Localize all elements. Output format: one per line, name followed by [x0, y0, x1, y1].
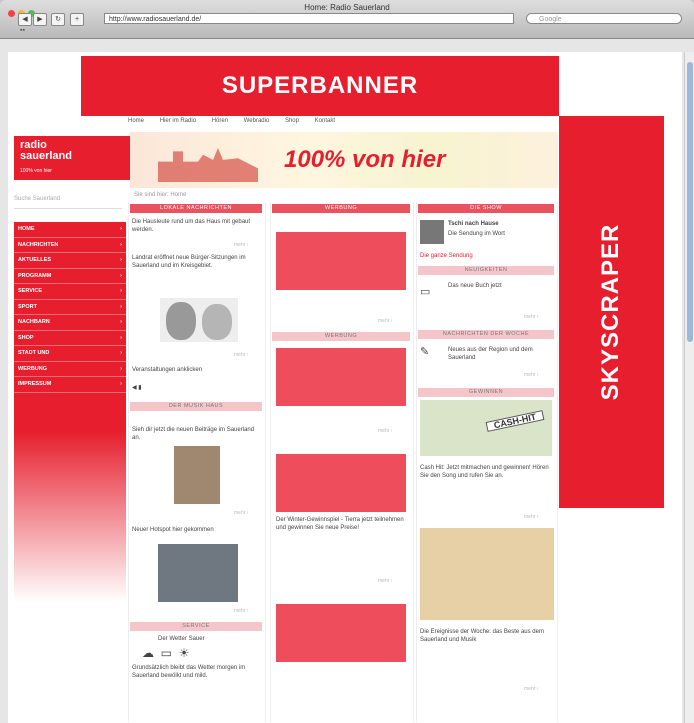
- scrollbar-thumb[interactable]: [687, 62, 693, 342]
- edit-icon: ✎: [420, 346, 430, 358]
- weather-text: Grundsätzlich bleibt das Wetter morgen i…: [132, 665, 246, 679]
- sidebar-item[interactable]: PROGRAMM: [14, 269, 126, 284]
- news-teaser[interactable]: Landrat eröffnet neue Bürger-Sitzungen i…: [132, 254, 260, 270]
- topnav-contact[interactable]: Kontakt: [315, 118, 335, 124]
- show-column: [416, 202, 558, 722]
- forward-button[interactable]: ▶: [33, 13, 47, 26]
- news-teaser[interactable]: Das neue Buch jetzt: [448, 282, 552, 290]
- add-bookmark-button[interactable]: +: [70, 13, 84, 26]
- weather-title: Der Wetter Sauer: [158, 636, 205, 642]
- column-header: WERBUNG: [272, 332, 410, 341]
- topnav-radio[interactable]: Hier im Radio: [160, 118, 196, 124]
- column-header: NACHRICHTEN DER WOCHE: [418, 330, 554, 339]
- ad-placeholder[interactable]: [276, 348, 406, 406]
- events-link[interactable]: Veranstaltungen anklicken: [132, 366, 260, 374]
- vertical-scrollbar[interactable]: [684, 52, 694, 723]
- skyscraper-label: SKYSCRAPER: [597, 223, 624, 401]
- more-link[interactable]: mehr ›: [234, 352, 248, 358]
- more-link[interactable]: mehr ›: [234, 608, 248, 614]
- person-photo: [202, 304, 232, 340]
- more-link[interactable]: mehr ›: [524, 314, 538, 320]
- more-link[interactable]: mehr ›: [524, 514, 538, 520]
- column-header: SERVICE: [130, 622, 262, 631]
- title-bar: Home: Radio Sauerland ◀ ▶ ↻ + http://www…: [0, 0, 694, 39]
- pager-icon[interactable]: ◀ ▮: [132, 384, 152, 392]
- weather-icons[interactable]: ☁ ▭ ☀: [142, 647, 252, 659]
- ad-placeholder[interactable]: [276, 454, 406, 512]
- sidebar-nav: HOME NACHRICHTEN AKTUELLES PROGRAMM SERV…: [14, 222, 126, 602]
- portrait-photo[interactable]: [174, 446, 220, 504]
- host-photo[interactable]: [420, 220, 444, 244]
- site-search-input[interactable]: Suche Sauerland: [14, 196, 122, 209]
- more-link[interactable]: mehr ›: [234, 242, 248, 248]
- topnav-shop[interactable]: Shop: [285, 118, 299, 124]
- book-icon: ▭: [420, 286, 431, 298]
- search-field[interactable]: Google: [526, 13, 682, 24]
- person-photo: [166, 302, 196, 340]
- sidebar-item[interactable]: NACHRICHTEN: [14, 238, 126, 253]
- site-logo[interactable]: radio sauerland 100% von hier: [14, 136, 130, 180]
- show-subtitle: Die Sendung im Wort: [448, 231, 505, 237]
- header-slogan: 100% von hier: [284, 146, 446, 173]
- column-header: WERBUNG: [272, 204, 410, 213]
- skyscraper-ad[interactable]: SKYSCRAPER: [559, 116, 664, 508]
- column-header: NEUIGKEITEN: [418, 266, 554, 275]
- logo-tagline: 100% von hier: [20, 168, 52, 174]
- news-teaser[interactable]: Sieh dir jetzt die neuen Beiträge im Sau…: [132, 426, 260, 442]
- column-header: GEWINNEN: [418, 388, 554, 397]
- address-bar[interactable]: http://www.radiosauerland.de/: [104, 13, 514, 24]
- topnav-home[interactable]: Home: [128, 118, 144, 124]
- reload-button[interactable]: ↻: [51, 13, 65, 26]
- sidebar-item[interactable]: STADT UND: [14, 346, 126, 362]
- news-teaser[interactable]: Neues aus der Region und dem Sauerland: [448, 346, 552, 362]
- ad-placeholder[interactable]: [276, 604, 406, 662]
- topnav-listen[interactable]: Hören: [212, 118, 228, 124]
- sidebar-item[interactable]: HOME: [14, 222, 126, 238]
- more-link[interactable]: mehr ›: [234, 510, 248, 516]
- sidebar-item[interactable]: SHOP: [14, 331, 126, 346]
- news-teaser[interactable]: Neuer Hotspot hier gekommen: [132, 526, 260, 534]
- column-header: LOKALE NACHRICHTEN: [130, 204, 262, 213]
- contest-teaser[interactable]: Cash Hit: Jetzt mitmachen und gewinnen! …: [420, 464, 554, 480]
- show-link[interactable]: Die ganze Sendung: [420, 252, 552, 260]
- sidebar-item[interactable]: IMPRESSUM: [14, 377, 126, 393]
- sidebar-item[interactable]: SPORT: [14, 300, 126, 315]
- topnav-webradio[interactable]: Webradio: [244, 118, 270, 124]
- news-teaser[interactable]: Die Ereignisse der Woche: das Beste aus …: [420, 628, 554, 644]
- breadcrumb: Sie sind hier: Home: [134, 192, 187, 198]
- news-photo[interactable]: [158, 544, 238, 602]
- top-navigation: Home Hier im Radio Hören Webradio Shop K…: [128, 118, 349, 124]
- browser-window: Home: Radio Sauerland ◀ ▶ ↻ + http://www…: [0, 0, 694, 723]
- logo-text-2: sauerland: [20, 150, 72, 162]
- more-link[interactable]: mehr ›: [378, 578, 392, 584]
- news-teaser[interactable]: Die Hausleute rund um das Haus mit gebau…: [132, 218, 260, 234]
- more-link[interactable]: mehr ›: [378, 318, 392, 324]
- sidebar-item[interactable]: NACHBARN: [14, 315, 126, 331]
- sidebar-item[interactable]: WERBUNG: [14, 362, 126, 377]
- bookmarks-bar[interactable]: ▪▪: [20, 27, 25, 34]
- more-link[interactable]: mehr ›: [378, 428, 392, 434]
- column-header: DER MUSIK HAUS: [130, 402, 262, 411]
- more-link[interactable]: mehr ›: [524, 372, 538, 378]
- ad-placeholder[interactable]: [276, 232, 406, 290]
- superbanner-ad[interactable]: SUPERBANNER: [81, 56, 559, 116]
- column-header: DIE SHOW: [418, 204, 554, 213]
- sidebar-item[interactable]: AKTUELLES: [14, 253, 126, 269]
- back-button[interactable]: ◀: [18, 13, 32, 26]
- tool-photo[interactable]: [420, 528, 554, 620]
- more-link[interactable]: mehr ›: [524, 686, 538, 692]
- contest-teaser[interactable]: Der Winter-Gewinnspiel - Tierra jetzt te…: [276, 516, 408, 532]
- window-title: Home: Radio Sauerland: [304, 3, 390, 12]
- show-title[interactable]: Tschi nach Hause: [448, 220, 552, 228]
- sidebar-item[interactable]: SERVICE: [14, 284, 126, 300]
- web-page: SUPERBANNER SKYSCRAPER Home Hier im Radi…: [8, 52, 682, 723]
